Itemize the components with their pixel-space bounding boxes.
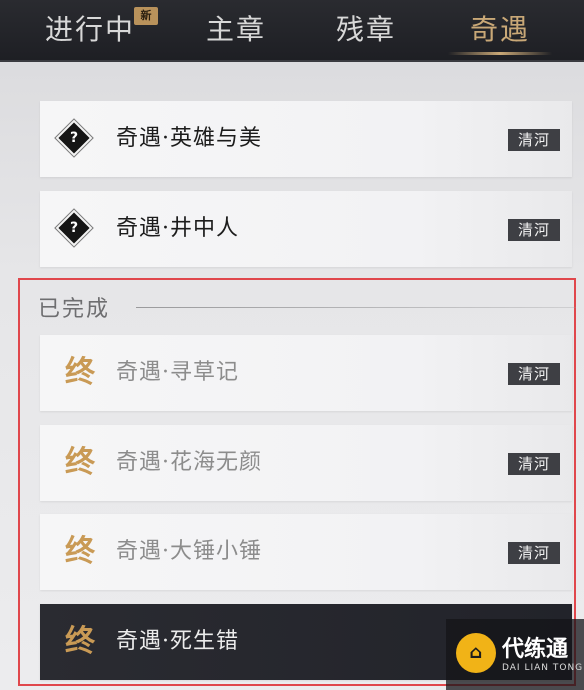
tab-fragment-chapter[interactable]: 残章 <box>330 10 402 50</box>
tab-bar: 进行中 新 主章 残章 奇遇 <box>0 0 584 62</box>
tab-in-progress[interactable]: 进行中 <box>42 10 138 50</box>
watermark-name: 代练通 <box>502 637 569 662</box>
end-seal-icon: 终 <box>65 445 95 480</box>
active-tab-indicator <box>448 52 552 55</box>
end-seal-icon: 终 <box>65 534 95 569</box>
tab-encounter[interactable]: 奇遇 <box>462 10 538 50</box>
quest-title: 奇遇·大锤小锤 <box>116 539 262 564</box>
quest-title: 奇遇·花海无颜 <box>116 450 262 475</box>
quest-title: 奇遇·死生错 <box>116 629 239 654</box>
end-seal-icon: 终 <box>65 624 95 659</box>
completed-quest-item[interactable]: 终 奇遇·大锤小锤 清河 <box>40 514 572 590</box>
quest-title: 奇遇·英雄与美 <box>116 126 262 151</box>
completed-quest-item[interactable]: 终 奇遇·花海无颜 清河 <box>40 425 572 501</box>
question-diamond-icon: ? <box>58 212 90 244</box>
quest-item[interactable]: ? 奇遇·井中人 清河 <box>40 191 572 267</box>
location-tag: 清河 <box>508 219 560 241</box>
completed-section-title: 已完成 <box>38 297 111 322</box>
location-tag: 清河 <box>508 542 560 564</box>
watermark-subtitle: DAI LIAN TONG <box>502 663 584 673</box>
question-diamond-icon: ? <box>58 122 90 154</box>
section-divider <box>136 307 576 308</box>
tab-main-chapter[interactable]: 主章 <box>200 10 272 50</box>
watermark-logo: ⌂ 代练通 DAI LIAN TONG <box>446 619 584 690</box>
location-tag: 清河 <box>508 129 560 151</box>
end-seal-icon: 终 <box>65 355 95 390</box>
new-badge: 新 <box>134 7 158 25</box>
location-tag: 清河 <box>508 453 560 475</box>
completed-quest-item[interactable]: 终 奇遇·寻草记 清河 <box>40 335 572 411</box>
quest-item[interactable]: ? 奇遇·英雄与美 清河 <box>40 101 572 177</box>
quest-title: 奇遇·寻草记 <box>116 360 239 385</box>
quest-title: 奇遇·井中人 <box>116 216 239 241</box>
logo-house-icon: ⌂ <box>456 633 496 673</box>
location-tag: 清河 <box>508 363 560 385</box>
